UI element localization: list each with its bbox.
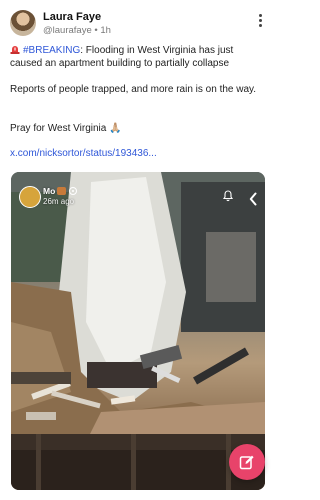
hashtag-link[interactable]: #BREAKING: [23, 45, 80, 56]
bell-icon[interactable]: [222, 190, 234, 202]
compose-button[interactable]: [229, 444, 265, 480]
siren-icon: [10, 46, 20, 54]
more-options-icon[interactable]: [259, 14, 263, 30]
compose-icon: [239, 455, 254, 470]
story-time: 26m ago: [43, 197, 75, 206]
story-user: Mo 26m ago: [19, 184, 99, 208]
video-frame: [11, 172, 265, 490]
story-username-text: Mo: [43, 186, 56, 196]
author-handle[interactable]: @laurafaye: [43, 25, 92, 36]
author-name[interactable]: Laura Faye: [43, 11, 101, 23]
post-link[interactable]: x.com/nicksortor/status/193436...: [10, 148, 157, 159]
chevron-left-icon[interactable]: [249, 192, 257, 206]
post-time: 1h: [100, 25, 111, 36]
meta-separator: •: [94, 25, 98, 36]
author-meta: @laurafaye • 1h: [43, 25, 111, 36]
post-header: Laura Faye @laurafaye • 1h: [10, 8, 265, 38]
video-thumbnail[interactable]: Mo 26m ago: [11, 172, 265, 490]
story-avatar: [19, 186, 41, 208]
story-fire-emoji: [57, 187, 67, 195]
avatar[interactable]: [10, 10, 36, 36]
live-dot-icon: [69, 187, 78, 195]
story-username: Mo: [43, 186, 78, 196]
post-text-line3: Pray for West Virginia 🙏🏼: [10, 123, 122, 134]
post-text-line2: Reports of people trapped, and more rain…: [10, 84, 257, 95]
post-text-line1: #BREAKING: Flooding in West Virginia has…: [10, 44, 266, 70]
